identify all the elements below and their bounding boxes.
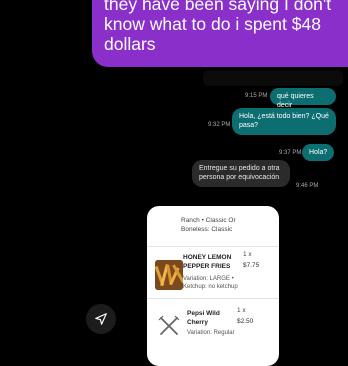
message-timestamp: 9:15 PM (245, 93, 268, 99)
order-item-variation: Variation: Regular (187, 330, 235, 336)
order-item-qty: 1 x (243, 251, 252, 258)
order-item-price: $2.50 (237, 318, 254, 325)
message-bubble-outgoing[interactable]: Hola? (302, 144, 334, 161)
card-divider (147, 298, 279, 299)
order-item-name: Pepsi Wild Cherry (187, 310, 220, 326)
message-timestamp: 9:37 PM (279, 150, 302, 156)
order-details-card[interactable]: Ranch • Classic Or Boneless: Classic HON… (147, 206, 279, 366)
message-bubble-outgoing[interactable]: Hola, ¿está todo bien? ¿Qué pasa? (232, 108, 336, 135)
message-timestamp: 9:32 PM (208, 122, 231, 128)
utensils-icon (157, 314, 181, 338)
background-screen-strip (203, 70, 343, 86)
chat-area: they have been saying I don't know what … (0, 0, 348, 366)
fries-photo (155, 260, 183, 290)
order-item-name: HONEY LEMON PEPPER FRIES (183, 254, 232, 270)
send-icon (95, 313, 107, 325)
message-bubble-incoming[interactable]: Entregue su pedido a otra persona por eq… (192, 160, 290, 187)
order-item-qty: 1 x (237, 307, 246, 314)
order-item-variation: Variation: LARGE • Ketchup: no ketchup (183, 276, 238, 290)
caption-text: they have been saying I don't know what … (104, 0, 332, 54)
share-button[interactable] (86, 304, 116, 334)
card-divider (147, 246, 279, 247)
order-item-price: $7.75 (243, 262, 260, 269)
message-bubble-outgoing[interactable]: qué quieres decir (270, 88, 336, 109)
message-timestamp: 9:46 PM (296, 183, 319, 189)
order-item-options: Ranch • Classic Or Boneless: Classic (181, 217, 236, 233)
